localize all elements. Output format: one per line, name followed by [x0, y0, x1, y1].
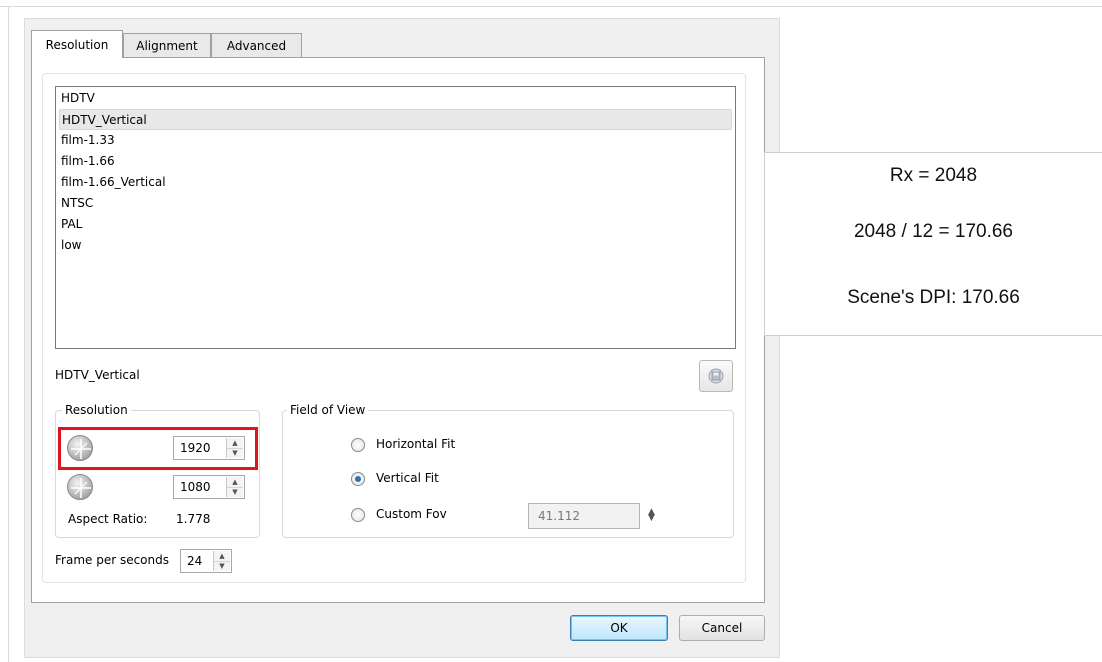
vertical-fit-radio[interactable] — [351, 472, 365, 486]
aspect-ratio-label: Aspect Ratio: — [68, 512, 148, 526]
height-icon — [67, 474, 93, 500]
fov-group — [282, 410, 734, 538]
stepper-down-icon[interactable]: ▼ — [214, 561, 230, 571]
list-item[interactable]: film-1.66 — [59, 151, 732, 172]
tab-advanced-label: Advanced — [226, 38, 287, 53]
list-item[interactable]: NTSC — [59, 193, 732, 214]
custom-fov-label[interactable]: Custom Fov — [376, 507, 447, 521]
list-item[interactable]: low — [59, 235, 732, 256]
cancel-button-label: Cancel — [701, 621, 743, 635]
annotation-line-2: 2048 / 12 = 170.66 — [853, 221, 1013, 242]
list-item[interactable]: PAL — [59, 214, 732, 235]
tab-alignment-label: Alignment — [136, 38, 198, 53]
dpi-annotation: Rx = 2048 2048 / 12 = 170.66 Scene's DPI… — [764, 152, 1102, 336]
list-item[interactable]: film-1.33 — [59, 130, 732, 151]
preset-list[interactable]: HDTV HDTV_Vertical film-1.33 film-1.66 f… — [55, 86, 736, 349]
aspect-ratio-value: 1.778 — [176, 512, 211, 526]
fps-label: Frame per seconds — [55, 553, 169, 567]
fps-spinbox[interactable]: 24 ▲ ▼ — [180, 549, 232, 573]
horizontal-fit-label[interactable]: Horizontal Fit — [376, 437, 455, 451]
vertical-fit-label[interactable]: Vertical Fit — [376, 471, 439, 485]
frame-left-line — [8, 6, 9, 662]
fov-legend: Field of View — [287, 403, 369, 417]
fov-stepper-icon[interactable]: ▲ ▼ — [648, 508, 655, 523]
cancel-button[interactable]: Cancel — [679, 615, 765, 641]
height-spinbox[interactable]: 1080 ▲ ▼ — [173, 475, 245, 499]
save-preset-icon — [708, 368, 724, 384]
custom-fov-radio[interactable] — [351, 508, 365, 522]
custom-fov-input[interactable]: 41.112 — [528, 503, 640, 529]
preset-name-label: HDTV_Vertical — [55, 368, 140, 382]
fps-stepper[interactable]: ▲ ▼ — [213, 551, 230, 571]
width-highlight-box — [58, 427, 258, 470]
tab-alignment[interactable]: Alignment — [123, 33, 211, 57]
height-stepper[interactable]: ▲ ▼ — [226, 477, 243, 497]
ok-button-label: OK — [610, 621, 628, 635]
annotation-line-1: Rx = 2048 — [889, 165, 978, 186]
resolution-legend: Resolution — [62, 403, 131, 417]
stepper-down-icon[interactable]: ▼ — [227, 487, 243, 497]
list-item[interactable]: HDTV — [59, 88, 732, 109]
tab-resolution[interactable]: Resolution — [31, 30, 123, 58]
fps-value: 24 — [187, 554, 203, 568]
ok-button[interactable]: OK — [570, 615, 668, 641]
height-value: 1080 — [180, 480, 211, 494]
tab-resolution-label: Resolution — [45, 37, 109, 52]
frame-top-line — [0, 6, 1102, 7]
save-preset-button[interactable] — [699, 360, 733, 392]
list-item-selected[interactable]: HDTV_Vertical — [59, 109, 732, 130]
tab-advanced[interactable]: Advanced — [211, 33, 302, 57]
annotation-line-3: Scene's DPI: 170.66 — [847, 287, 1020, 308]
horizontal-fit-radio[interactable] — [351, 438, 365, 452]
list-item[interactable]: film-1.66_Vertical — [59, 172, 732, 193]
